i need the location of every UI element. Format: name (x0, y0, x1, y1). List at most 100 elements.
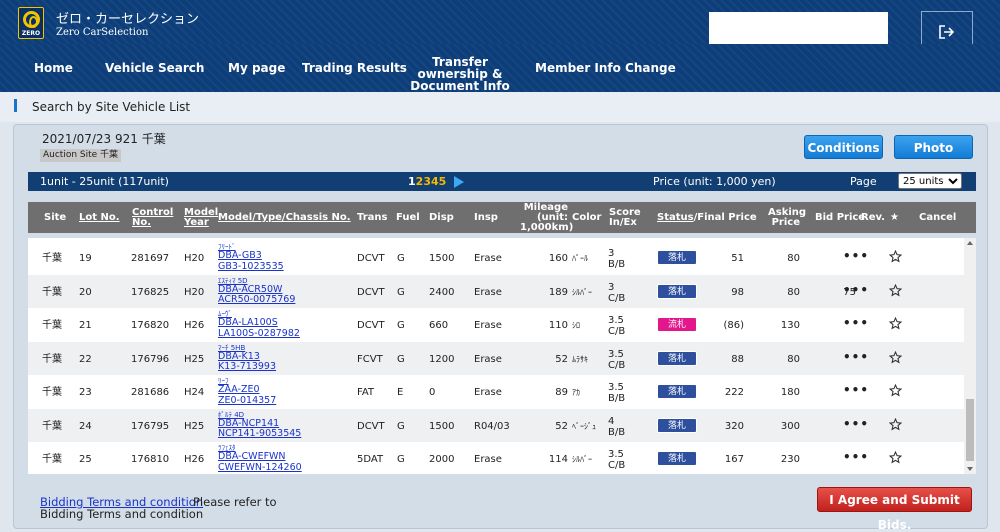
scroll-down-icon[interactable] (967, 467, 973, 471)
cell-fuel: G (397, 253, 405, 264)
star-icon[interactable] (889, 451, 902, 464)
page-size-label: Page (850, 175, 877, 188)
th-control[interactable]: Control No. (132, 208, 173, 228)
table-row: 千葉 25 176810 H26 ﾗﾌｪｽﾀ DBA-CWEFWN CWEFWN-12426… (28, 442, 964, 474)
score-in: 4 (608, 415, 615, 427)
model-link[interactable]: ﾗﾌｪｽﾀ DBA-CWEFWN CWEFWN-124260 (218, 444, 302, 473)
star-icon[interactable] (889, 283, 902, 297)
header-search-input[interactable] (709, 12, 888, 45)
th-rev: Rev. (861, 212, 885, 223)
table-scrollbar[interactable] (964, 238, 976, 474)
conditions-button[interactable]: Conditions (804, 135, 883, 159)
th-control-line2: No. (132, 217, 152, 228)
unit-range: 1unit - 25unit (117unit) (40, 175, 169, 188)
more-options-button[interactable]: ••• (843, 383, 869, 397)
nav-transfer-line1: Transfer ownership & (417, 55, 503, 81)
cell-model-year: H26 (184, 454, 205, 465)
cell-control: 176820 (131, 320, 170, 331)
score-ex: C/B (608, 460, 626, 471)
scroll-up-icon[interactable] (967, 241, 973, 245)
cell-lot: 22 (79, 353, 92, 365)
nav-home[interactable]: Home (34, 62, 73, 74)
model-link[interactable]: ﾏｰﾁ 5HB DBA-K13 K13-713993 (218, 344, 276, 373)
auction-date-title: 2021/07/23 921 千葉 (42, 132, 166, 146)
submit-bids-button[interactable]: I Agree and Submit Bids. (817, 487, 972, 532)
pager: 12345 (408, 175, 464, 188)
more-options-button[interactable]: ••• (843, 450, 869, 464)
model-link[interactable]: ﾑｰｳﾞ DBA-LA100S LA100S-0287982 (218, 310, 300, 339)
cell-disp: 660 (429, 320, 449, 331)
cell-model-year: H24 (184, 387, 205, 398)
cell-disp: 0 (429, 387, 436, 398)
cell-final-price: (86) (723, 320, 744, 331)
table-row: 千葉 24 176795 H25 ﾎﾟﾙﾃ 4D DBA-NCP141 NCP141-905… (28, 408, 964, 442)
th-bid-price: Bid Price (815, 212, 866, 223)
cell-model-year: H25 (184, 420, 205, 432)
page-link-5[interactable]: 5 (439, 175, 447, 188)
th-status[interactable]: Status (657, 212, 694, 223)
next-page-arrow-icon[interactable] (454, 176, 464, 188)
status-badge: 落札 (657, 451, 697, 466)
cell-asking-price: 80 (787, 353, 800, 365)
nav-transfer-ownership[interactable]: Transfer ownership & Document Info (404, 56, 516, 92)
model-link[interactable]: ﾘｰﾌ ZAA-ZE0 ZE0-014357 (218, 377, 276, 406)
more-options-button[interactable]: ••• (843, 316, 869, 330)
more-options-button[interactable]: ••• (843, 249, 869, 263)
nav-vehicle-search[interactable]: Vehicle Search (105, 62, 204, 74)
star-icon[interactable] (889, 417, 902, 431)
model-link[interactable]: ﾎﾟﾙﾃ 4D DBA-NCP141 NCP141-9053545 (218, 411, 301, 440)
nav-my-page[interactable]: My page (228, 62, 285, 74)
cell-score: 4 B/B (608, 416, 625, 438)
model-link[interactable]: ﾌﾘｰﾄﾞ DBA-GB3 GB3-1023535 (218, 243, 284, 272)
score-in: 3.5 (608, 315, 624, 326)
page-link-4[interactable]: 4 (431, 175, 439, 188)
star-icon[interactable] (889, 250, 902, 263)
cell-color: ｼﾙﾊﾞｰ (572, 287, 592, 297)
th-model-type-chassis[interactable]: Model/Type/Chassis No. (218, 213, 351, 223)
cell-trans: FAT (357, 387, 375, 398)
model-link[interactable]: ｴｽﾃｨﾏ 5D DBA-ACR50W ACR50-0075769 (218, 277, 295, 306)
nav-member-info-change[interactable]: Member Info Change (535, 62, 676, 74)
photo-button[interactable]: Photo (894, 135, 973, 159)
cell-fuel: G (397, 353, 405, 365)
th-status-final: Status/Final Price (657, 213, 757, 223)
cell-insp: Erase (474, 320, 502, 331)
cell-mileage: 52 (555, 353, 568, 365)
th-lot[interactable]: Lot No. (79, 213, 120, 223)
cell-site: 千葉 (42, 387, 62, 398)
brand-name-jp: ゼロ・カーセレクション (56, 12, 200, 27)
cell-lot: 21 (79, 320, 92, 331)
page-link-3[interactable]: 3 (423, 175, 431, 188)
logout-icon (939, 25, 955, 39)
zero-logo[interactable]: ZERO (18, 7, 44, 39)
cell-lot: 24 (79, 420, 92, 432)
terms-note-line2: Bidding Terms and condition (40, 507, 204, 521)
status-badge: 落札 (657, 350, 697, 366)
more-options-button[interactable]: ••• (843, 350, 869, 364)
cell-final-price: 98 (731, 286, 744, 298)
main-nav: Home Vehicle Search My page Trading Resu… (0, 44, 1000, 92)
more-options-button[interactable]: ••• (843, 417, 869, 431)
more-options-button[interactable]: ••• (843, 283, 869, 297)
scroll-thumb[interactable] (966, 399, 974, 461)
page-link-1[interactable]: 1 (408, 175, 416, 188)
page-size-select[interactable]: 25 units (898, 173, 962, 189)
cell-insp: Erase (474, 286, 502, 298)
th-fuel: Fuel (396, 212, 420, 223)
cell-color: ﾍﾞｰｼﾞｭ (572, 421, 596, 431)
star-icon[interactable] (889, 317, 902, 330)
status-badge: 落札 (657, 384, 697, 399)
th-model-year[interactable]: Model Year (184, 208, 218, 228)
cell-final-price: 51 (731, 253, 744, 264)
cell-lot: 25 (79, 454, 92, 465)
cell-disp: 2400 (429, 286, 455, 298)
score-in: 3 (608, 248, 615, 259)
star-icon[interactable] (889, 350, 902, 364)
cell-final-price: 88 (731, 353, 744, 365)
nav-trading-results[interactable]: Trading Results (302, 62, 407, 74)
th-asking: Asking Price (768, 208, 806, 228)
star-icon[interactable] (889, 384, 902, 397)
cell-score: 3.5 C/B (608, 349, 625, 371)
cell-site: 千葉 (42, 286, 62, 298)
cell-disp: 1500 (429, 253, 455, 264)
